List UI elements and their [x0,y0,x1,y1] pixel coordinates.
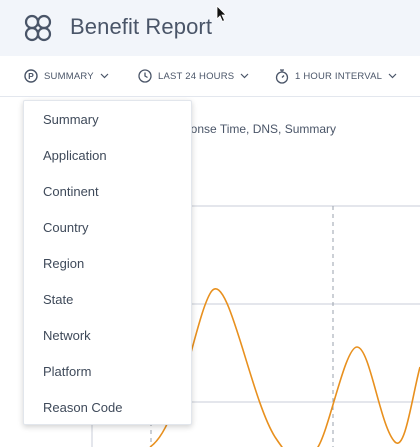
summary-dropdown-button[interactable]: P SUMMARY [24,67,109,85]
summary-dropdown-menu: Summary Application Continent Country Region… [23,100,192,425]
clock-icon [138,69,152,83]
dropdown-item-continent[interactable]: Continent [24,179,191,215]
interval-label: 1 HOUR INTERVAL [295,70,383,82]
time-range-label: LAST 24 HOURS [158,70,235,82]
dropdown-menu-list: Summary Application Continent Country Region… [24,101,191,431]
summary-dropdown-label: SUMMARY [44,70,94,82]
dropdown-item-application[interactable]: Application [24,143,191,179]
parking-p-icon: P [24,69,38,83]
time-range-dropdown-button[interactable]: LAST 24 HOURS [138,67,249,85]
chevron-down-icon [388,73,397,79]
chevron-down-icon [240,73,249,79]
chevron-down-icon [100,73,109,79]
page-title: Benefit Report [70,14,213,39]
app-window: Benefit Report P SUMMARY LAST 24 HOURS 1… [0,0,420,447]
svg-text:P: P [28,71,34,81]
dropdown-item-country[interactable]: Country [24,215,191,251]
clover-logo-icon [24,14,52,42]
dropdown-item-network[interactable]: Network [24,323,191,359]
interval-dropdown-button[interactable]: 1 HOUR INTERVAL [275,67,397,85]
mouse-cursor-icon [216,5,227,23]
stopwatch-icon [275,68,289,84]
dropdown-item-reason-code[interactable]: Reason Code [24,395,191,431]
dropdown-item-region[interactable]: Region [24,251,191,287]
report-toolbar: P SUMMARY LAST 24 HOURS 1 HOUR INTERVAL [0,56,420,97]
dropdown-item-state[interactable]: State [24,287,191,323]
app-header: Benefit Report [0,0,420,56]
dropdown-item-platform[interactable]: Platform [24,359,191,395]
dropdown-item-summary[interactable]: Summary [24,107,191,143]
